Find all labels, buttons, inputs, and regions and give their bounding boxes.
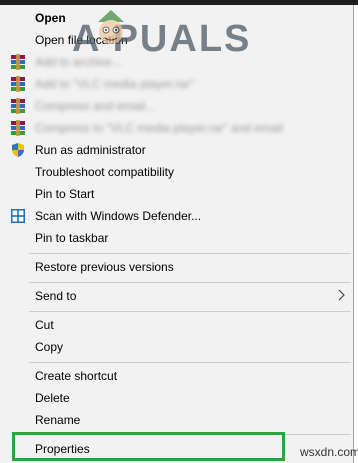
menu-item-rename[interactable]: Rename [0, 409, 352, 431]
menu-item-restore-versions[interactable]: Restore previous versions [0, 256, 352, 278]
menu-item-cut[interactable]: Cut [0, 314, 352, 336]
menu-separator [29, 253, 351, 254]
menu-item-scan-defender[interactable]: Scan with Windows Defender... [0, 205, 352, 227]
menu-item-label: Compress to "VLC media player.rar" and e… [35, 121, 283, 135]
menu-item-label: Create shortcut [35, 369, 118, 383]
windows-defender-icon [11, 209, 25, 223]
menu-item-label: Add to "VLC media player.rar" [35, 77, 195, 91]
menu-item-label: Send to [35, 289, 77, 303]
context-menu: Open Open file location Add to archive..… [0, 5, 354, 463]
menu-item-label: Restore previous versions [35, 260, 174, 274]
menu-separator [29, 311, 351, 312]
menu-item-copy[interactable]: Copy [0, 336, 352, 358]
menu-item-rar-compress-email[interactable]: Compress and email... [0, 95, 352, 117]
menu-item-label: Compress and email... [35, 99, 156, 113]
menu-item-label: Cut [35, 318, 54, 332]
menu-item-create-shortcut[interactable]: Create shortcut [0, 365, 352, 387]
menu-item-label: Pin to taskbar [35, 231, 109, 245]
menu-item-run-as-admin[interactable]: Run as administrator [0, 139, 352, 161]
menu-item-troubleshoot[interactable]: Troubleshoot compatibility [0, 161, 352, 183]
menu-item-label: Scan with Windows Defender... [35, 209, 202, 223]
menu-separator [29, 362, 351, 363]
menu-item-rar-add-named[interactable]: Add to "VLC media player.rar" [0, 73, 352, 95]
winrar-icon [11, 54, 25, 70]
winrar-icon [11, 98, 25, 114]
menu-item-pin-to-start[interactable]: Pin to Start [0, 183, 352, 205]
menu-item-label: Run as administrator [35, 143, 146, 157]
chevron-right-icon [338, 289, 345, 301]
menu-item-rar-compress-named-email[interactable]: Compress to "VLC media player.rar" and e… [0, 117, 352, 139]
menu-item-send-to[interactable]: Send to [0, 285, 352, 307]
mascot-icon [98, 10, 124, 44]
menu-item-label: Rename [35, 413, 81, 427]
winrar-icon [11, 120, 25, 136]
menu-item-pin-to-taskbar[interactable]: Pin to taskbar [0, 227, 352, 249]
properties-highlight-box [12, 432, 285, 461]
menu-item-label: Open [35, 11, 66, 25]
uac-shield-icon [12, 143, 24, 157]
menu-separator [29, 282, 351, 283]
site-watermark: wsxdn.com [300, 445, 358, 459]
menu-item-label: Pin to Start [35, 187, 95, 201]
menu-item-label: Troubleshoot compatibility [35, 165, 174, 179]
menu-item-delete[interactable]: Delete [0, 387, 352, 409]
menu-item-label: Copy [35, 340, 64, 354]
menu-item-label: Delete [35, 391, 70, 405]
winrar-icon [11, 76, 25, 92]
